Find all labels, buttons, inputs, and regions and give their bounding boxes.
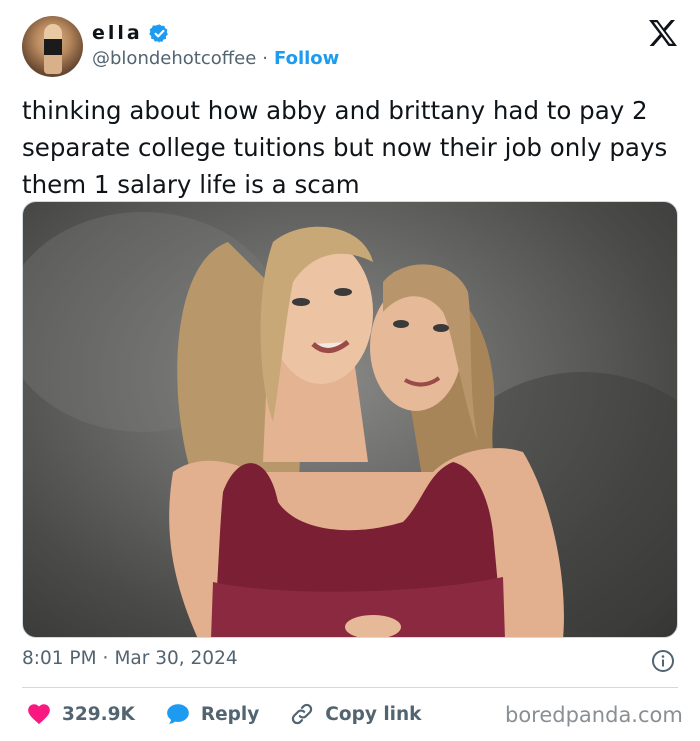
copy-link-button[interactable]: Copy link bbox=[289, 701, 421, 727]
reply-button[interactable]: Reply bbox=[165, 701, 259, 727]
copy-link-label: Copy link bbox=[325, 703, 422, 725]
author-handle-row: @blondehotcoffee · Follow bbox=[92, 48, 339, 69]
author-display-name[interactable]: ella bbox=[92, 22, 143, 44]
handle-separator: · bbox=[262, 48, 269, 69]
actions-divider bbox=[22, 687, 678, 688]
avatar-figure bbox=[44, 24, 62, 74]
tweet-photo[interactable] bbox=[22, 201, 678, 638]
tweet-actions: 329.9K Reply Copy link bbox=[26, 700, 451, 728]
author-avatar[interactable] bbox=[22, 16, 83, 77]
info-icon[interactable] bbox=[651, 649, 675, 673]
author-handle[interactable]: @blondehotcoffee bbox=[92, 48, 256, 69]
photo-illustration bbox=[23, 212, 677, 637]
x-logo-icon[interactable] bbox=[648, 19, 678, 47]
tweet-time: 8:01 PM bbox=[22, 648, 97, 669]
reply-label: Reply bbox=[200, 703, 260, 725]
author-name-row: ella bbox=[92, 19, 170, 47]
link-icon bbox=[292, 703, 313, 725]
reply-bubble-icon bbox=[167, 704, 189, 724]
tweet-card: ella @blondehotcoffee · Follow thinking … bbox=[0, 0, 700, 741]
tweet-timestamp[interactable]: 8:01 PM · Mar 30, 2024 bbox=[22, 648, 238, 669]
timestamp-separator: · bbox=[102, 648, 109, 669]
like-count: 329.9K bbox=[62, 703, 135, 725]
tweet-text: thinking about how abby and brittany had… bbox=[22, 96, 668, 199]
heart-icon bbox=[28, 704, 50, 725]
source-watermark: boredpanda.com bbox=[505, 703, 683, 727]
like-button[interactable]: 329.9K bbox=[26, 701, 135, 727]
follow-button[interactable]: Follow bbox=[274, 48, 339, 69]
verified-badge-icon bbox=[148, 23, 168, 43]
tweet-date: Mar 30, 2024 bbox=[114, 648, 238, 669]
